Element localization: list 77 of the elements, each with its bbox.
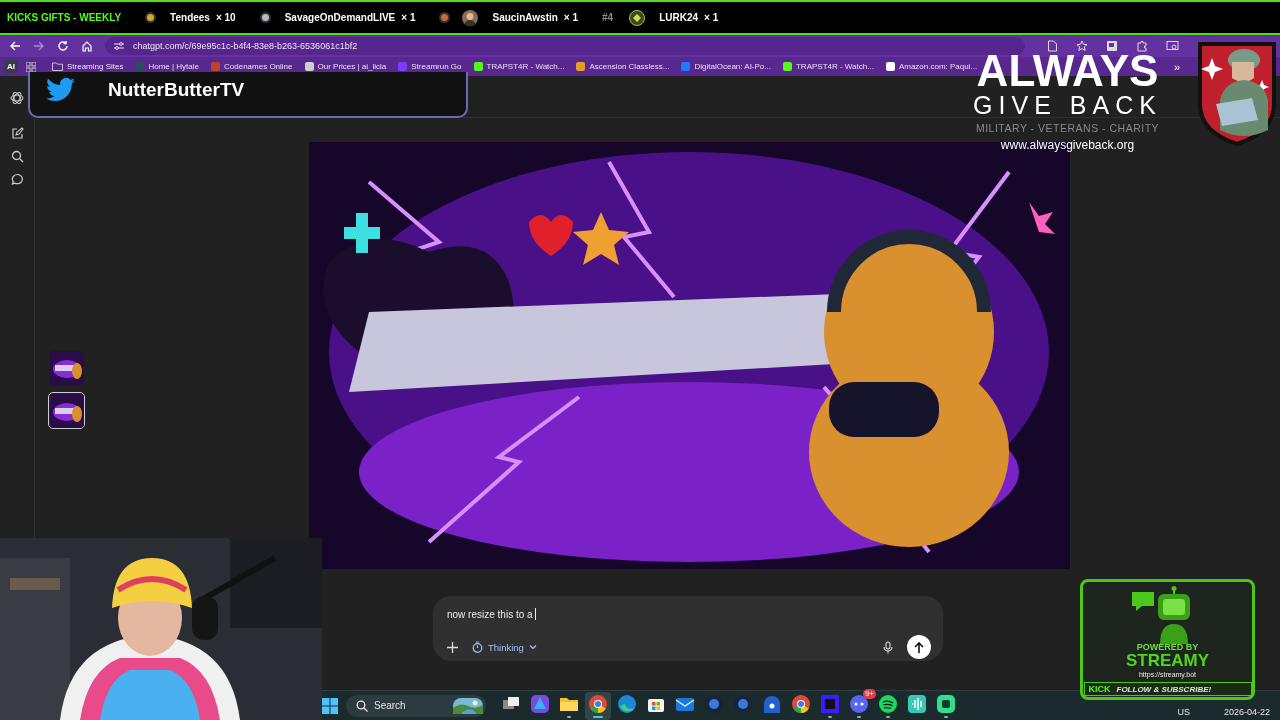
- site-settings-icon[interactable]: [113, 41, 125, 51]
- arrow-up-icon: [914, 641, 924, 653]
- image-thumbnail[interactable]: [48, 392, 85, 429]
- ticker-title: KICKS GIFTS - WEEKLY: [7, 12, 122, 23]
- avatar-icon: [462, 9, 479, 26]
- image-thumbnail[interactable]: [48, 349, 85, 386]
- gifter-name: SavageOnDemandLIVE: [284, 12, 396, 23]
- search-icon: [356, 699, 368, 712]
- send-button[interactable]: [907, 635, 931, 659]
- windows-icon[interactable]: [322, 697, 338, 714]
- apps-grid-icon[interactable]: [26, 61, 36, 72]
- notification-badge: 9+: [862, 688, 876, 699]
- browser-icon: [587, 693, 609, 715]
- badge-caption: POWERED BY: [1136, 642, 1199, 652]
- gift-count: × 1: [563, 12, 579, 23]
- gifter-name: SaucinAwstin: [492, 12, 558, 23]
- taskbar-button[interactable]: [585, 691, 611, 720]
- bookmark[interactable]: Streaming Sites: [52, 62, 124, 71]
- app-icon: [935, 693, 957, 715]
- bookmark[interactable]: Home | Hytale: [135, 62, 199, 71]
- search-icon[interactable]: [10, 150, 24, 163]
- app-icon: [703, 693, 725, 715]
- tab-group-label[interactable]: AI: [4, 60, 18, 73]
- bookmark[interactable]: Streamrun Go: [398, 62, 462, 71]
- audio-icon: [906, 693, 928, 715]
- banner-text: FOLLOW & SUBSCRIBE!: [1116, 684, 1212, 694]
- logo-tagline: MILITARY - VETERANS - CHARITY: [975, 121, 1160, 136]
- bird-icon: [46, 77, 76, 103]
- bookmark[interactable]: DigitalOcean: AI-Po...: [681, 62, 771, 71]
- app-icon: [732, 693, 754, 715]
- gift-count: × 1: [704, 12, 719, 23]
- gift-count: × 1: [401, 12, 416, 23]
- gifter-name: LURK24: [659, 12, 699, 23]
- bookmark[interactable]: TRAPST4R - Watch...: [782, 62, 874, 71]
- app-icon: [761, 693, 783, 715]
- back-icon[interactable]: [9, 40, 21, 52]
- logo-icon[interactable]: [10, 91, 24, 105]
- reload-icon[interactable]: [57, 40, 69, 52]
- microphone-icon[interactable]: [883, 640, 893, 654]
- bookmark[interactable]: TRAPST4R - Watch...: [473, 62, 565, 71]
- gift-count: × 10: [215, 12, 236, 23]
- platform-label: KICK: [1088, 684, 1111, 694]
- bookmark[interactable]: Codenames Online: [211, 62, 293, 71]
- bookmark[interactable]: Amazon.com: Paqui...: [885, 62, 978, 71]
- timer-icon: [472, 641, 483, 653]
- caret-icon: [528, 644, 537, 650]
- app-icon: [819, 693, 841, 715]
- home-icon[interactable]: [81, 40, 93, 52]
- search-field[interactable]: Search: [346, 694, 486, 717]
- gifter-name: Tendees: [170, 12, 210, 23]
- browser-icon: [616, 693, 638, 715]
- extension-icon[interactable]: [1106, 40, 1118, 52]
- emblem-icon: [629, 9, 646, 26]
- bookmark[interactable]: Ascension Classless...: [576, 62, 670, 71]
- page-icon[interactable]: [1047, 40, 1058, 52]
- language-indicator[interactable]: US: [1177, 707, 1190, 717]
- folder-icon: [52, 62, 63, 71]
- bookmark[interactable]: Our Prices | ai_licia: [304, 62, 387, 71]
- logo-subtitle: GIVE BACK: [973, 91, 1162, 119]
- new-chat-icon[interactable]: [10, 127, 24, 140]
- message-input[interactable]: now resize this to a: [447, 608, 536, 620]
- forward-icon[interactable]: [33, 40, 45, 52]
- address-bar[interactable]: chatgpt.com/c/69e95c1c-b4f4-83e8-b263-6536061c1bf2: [105, 37, 1025, 55]
- chat-icon[interactable]: [10, 173, 24, 186]
- badge-title: STREAMY: [1125, 652, 1210, 670]
- account-name: NutterButterTV: [108, 79, 245, 101]
- more-bookmarks-button[interactable]: »: [1173, 60, 1180, 73]
- music-icon: [877, 693, 899, 715]
- clock-date[interactable]: 2026-04-22: [1223, 707, 1270, 717]
- app-icon: [529, 693, 551, 715]
- screen-search-icon[interactable]: [1166, 40, 1179, 52]
- mode-button[interactable]: Thinking: [472, 641, 537, 653]
- plus-icon[interactable]: [447, 641, 458, 653]
- bookmark-star-icon[interactable]: [1076, 40, 1088, 52]
- puzzle-icon[interactable]: [1136, 40, 1148, 52]
- rank-label: #4: [602, 12, 614, 23]
- browser-icon: [790, 693, 812, 715]
